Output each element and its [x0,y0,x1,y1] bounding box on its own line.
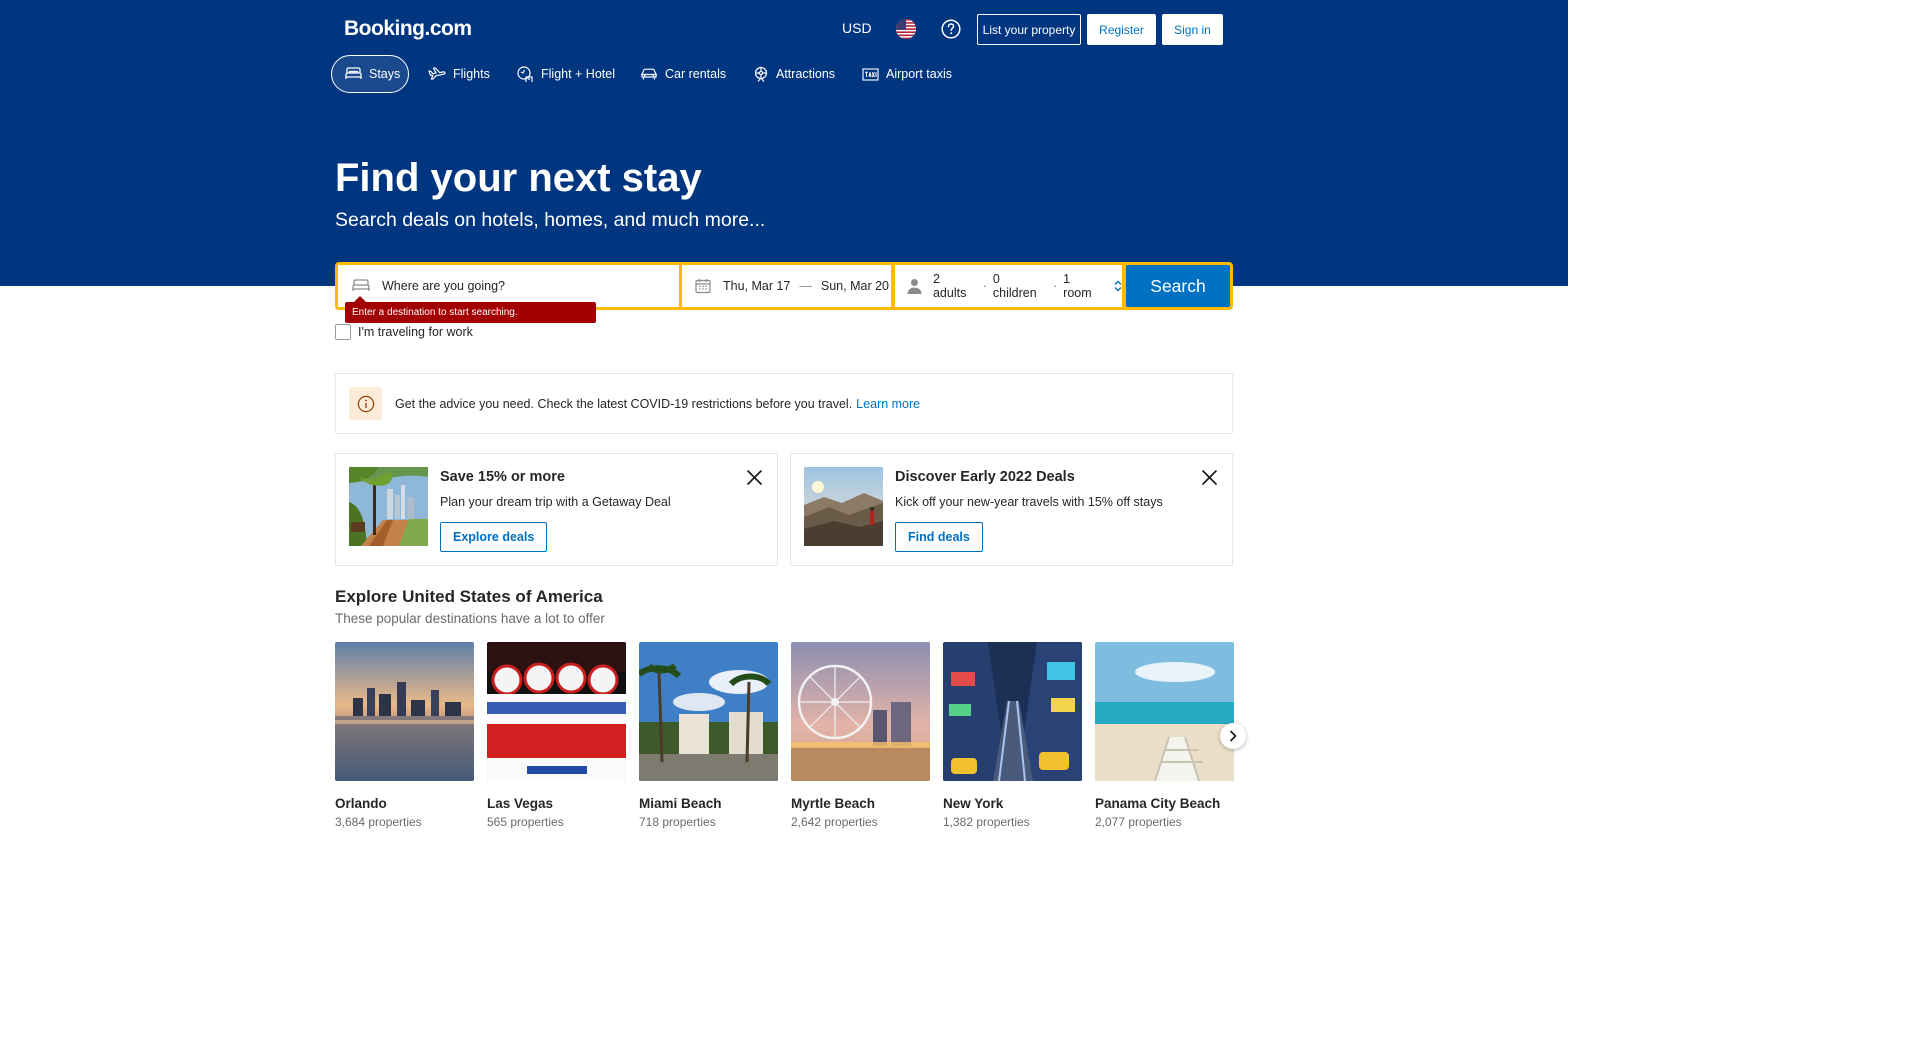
children-count: 0 children [992,272,1037,300]
promo-card: Save 15% or more Plan your dream trip wi… [335,453,778,566]
promo-title: Save 15% or more [440,469,565,485]
chevron-right-icon [1230,730,1237,742]
attractions-icon [754,66,768,82]
list-property-button[interactable]: List your property [977,14,1081,45]
guests-selector[interactable]: 2 adults · 0 children · 1 room [895,265,1122,307]
sign-in-button[interactable]: Sign in [1162,14,1223,45]
nav-airport-taxis-label: Airport taxis [886,67,952,81]
date-separator: — [799,279,812,293]
destination-card-las-vegas[interactable]: Las Vegas 565 properties [487,642,626,829]
explore-subtitle: These popular destinations have a lot to… [335,611,605,626]
guests-separator: · [1053,279,1058,293]
hero-banner [0,0,1568,286]
currency-selector[interactable]: USD [842,20,872,36]
work-travel-checkbox[interactable] [335,324,351,340]
find-deals-button[interactable]: Find deals [895,522,983,552]
covid-message: Get the advice you need. Check the lates… [395,396,853,411]
orlando-image [335,642,474,781]
info-icon [349,387,382,420]
mountain-image [804,467,883,546]
nav-airport-taxis[interactable]: Airport taxis [849,55,965,93]
nav-flight-hotel[interactable]: Flight + Hotel [504,55,628,93]
destination-property-count: 3,684 properties [335,815,422,829]
destination-name: Las Vegas [487,796,554,811]
destination-name: New York [943,796,1004,811]
promo-card: Discover Early 2022 Deals Kick off your … [790,453,1233,566]
bed-icon [352,279,370,291]
bed-icon [345,67,362,79]
register-button[interactable]: Register [1087,14,1156,45]
destination-card-panama-city-beach[interactable]: Panama City Beach 2,077 properties [1095,642,1234,829]
nav-attractions-label: Attractions [776,67,836,81]
guests-separator: · [982,279,987,293]
destination-card-new-york[interactable]: New York 1,382 properties [943,642,1082,829]
close-icon[interactable] [1201,469,1218,486]
destination-name: Panama City Beach [1095,796,1221,811]
promo-description: Kick off your new-year travels with 15% … [895,495,1163,509]
destination-property-count: 565 properties [487,815,564,829]
destination-name: Myrtle Beach [791,796,876,811]
destination-placeholder: Where are you going? [382,279,505,293]
hero-subtitle: Search deals on hotels, homes, and much … [335,209,766,231]
destination-card-orlando[interactable]: Orlando 3,684 properties [335,642,474,829]
destination-property-count: 718 properties [639,815,716,829]
calendar-icon [695,279,711,294]
panama-city-beach-image [1095,642,1234,781]
hero-title: Find your next stay [335,156,702,200]
close-icon[interactable] [746,469,763,486]
question-circle-icon[interactable] [941,19,961,39]
learn-more-link[interactable]: Learn more [856,397,920,411]
person-icon [907,279,922,294]
checkout-date: Sun, Mar 20 [820,279,889,293]
las-vegas-image [487,642,626,781]
explore-title: Explore United States of America [335,587,603,606]
covid-banner: Get the advice you need. Check the lates… [335,373,1233,434]
rooms-count: 1 room [1063,272,1092,300]
nav-stays[interactable]: Stays [331,55,409,93]
nav-flights-label: Flights [453,67,490,81]
nav-stays-label: Stays [369,67,401,81]
checkin-date: Thu, Mar 17 [723,279,791,293]
carousel-next-button[interactable] [1220,723,1246,749]
car-icon [641,68,657,79]
destination-property-count: 2,077 properties [1095,815,1182,829]
destination-card-miami-beach[interactable]: Miami Beach 718 properties [639,642,778,829]
chevron-up-down-icon [1114,280,1122,292]
date-picker[interactable]: Thu, Mar 17 — Sun, Mar 20 [682,265,891,307]
flight-hotel-icon [517,65,533,82]
new-york-image [943,642,1082,781]
myrtle-beach-image [791,642,930,781]
work-travel-row: I'm traveling for work [335,324,473,340]
covid-text: Get the advice you need. Check the lates… [395,397,920,411]
us-flag-icon[interactable] [896,19,916,39]
taxi-icon [862,67,879,81]
nav-flight-hotel-label: Flight + Hotel [541,67,615,81]
destination-name: Miami Beach [639,796,722,811]
nav-attractions[interactable]: Attractions [740,55,848,93]
nav-flights[interactable]: Flights [415,55,503,93]
explore-deals-button[interactable]: Explore deals [440,522,548,552]
booking-logo[interactable]: Booking.com [344,17,472,41]
destination-property-count: 2,642 properties [791,815,878,829]
destination-property-count: 1,382 properties [943,815,1030,829]
nav-car-rentals[interactable]: Car rentals [627,55,739,93]
promo-title: Discover Early 2022 Deals [895,469,1075,485]
adults-count: 2 adults [932,272,967,300]
destination-name: Orlando [335,796,387,811]
plane-icon [428,67,446,80]
destination-input[interactable]: Where are you going? [338,265,679,307]
search-button[interactable]: Search [1126,265,1230,307]
work-travel-label[interactable]: I'm traveling for work [358,325,473,339]
destination-card-myrtle-beach[interactable]: Myrtle Beach 2,642 properties [791,642,930,829]
miami-beach-image [639,642,778,781]
promo-description: Plan your dream trip with a Getaway Deal [440,495,671,509]
nav-car-rentals-label: Car rentals [665,67,727,81]
park-image [349,467,428,546]
destination-error-tooltip: Enter a destination to start searching. [345,302,596,323]
